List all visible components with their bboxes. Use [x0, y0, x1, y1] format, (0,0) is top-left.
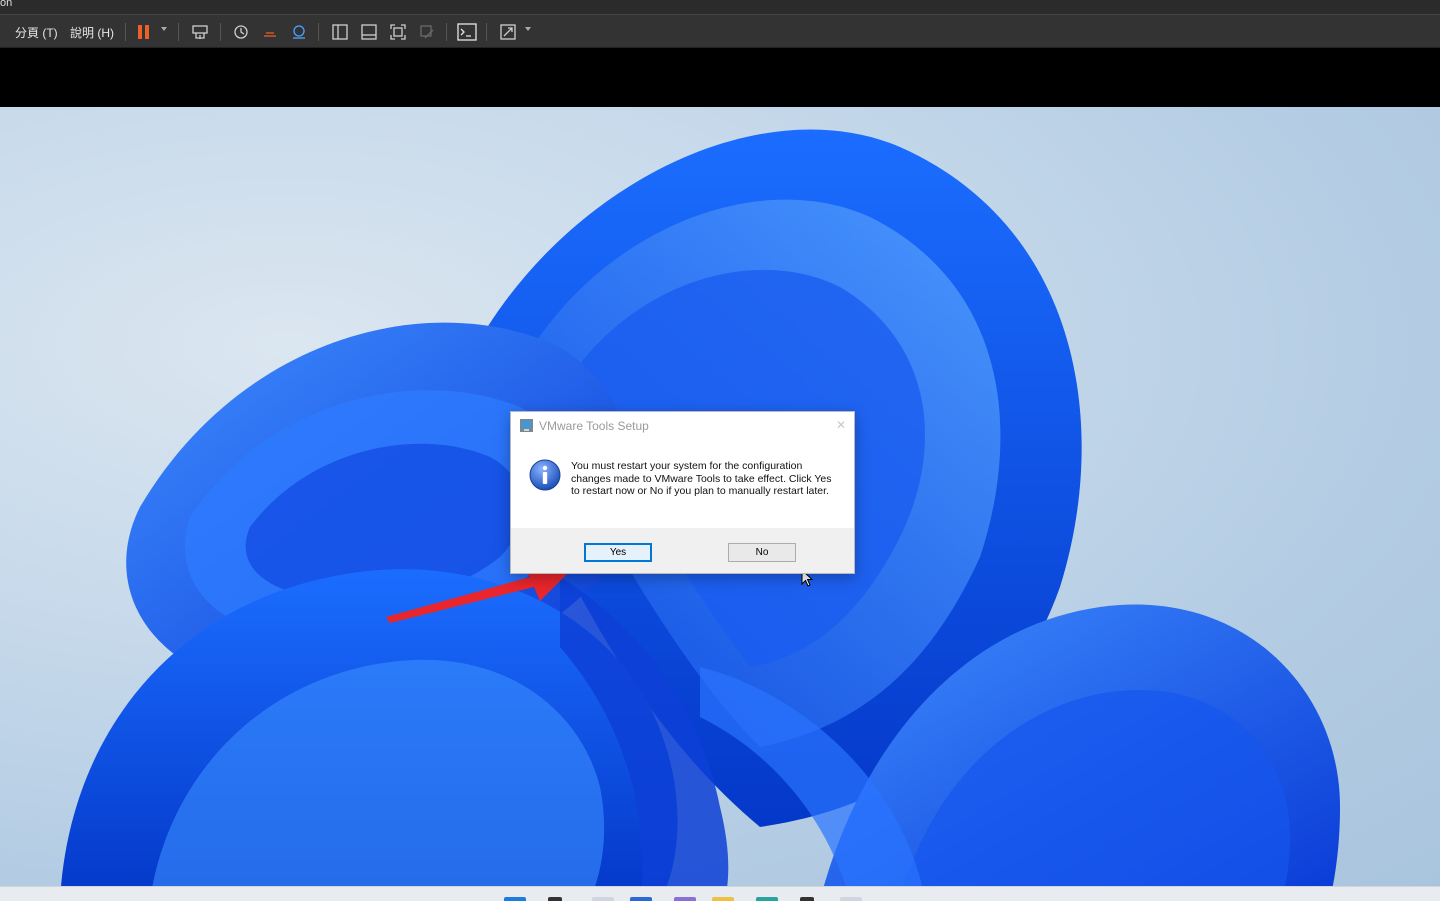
toolbar-separator [125, 23, 126, 41]
widgets-icon[interactable] [630, 897, 652, 901]
vmware-tools-setup-dialog: VMware Tools Setup ✕ You must restart yo… [510, 411, 855, 574]
stretch-dropdown-icon[interactable] [525, 27, 531, 31]
toolbar-separator [318, 23, 319, 41]
dialog-message: You must restart your system for the con… [571, 460, 832, 497]
info-icon [529, 459, 561, 491]
yes-button[interactable]: Yes [584, 543, 652, 562]
snapshot-icon[interactable] [230, 22, 252, 42]
no-button[interactable]: No [728, 543, 796, 562]
vmware-tools-app-icon [520, 419, 533, 432]
windows-taskbar [0, 886, 1440, 901]
show-thumbnail-bar-icon[interactable] [358, 22, 380, 42]
dialog-title: VMware Tools Setup [539, 419, 649, 433]
close-icon[interactable]: ✕ [836, 418, 846, 432]
chat-icon[interactable] [674, 897, 696, 901]
taskbar-app-icon[interactable] [840, 897, 862, 901]
search-icon[interactable] [548, 897, 562, 901]
toolbar-separator [178, 23, 179, 41]
task-view-icon[interactable] [592, 897, 614, 901]
window-title-strip: on [0, 0, 1440, 14]
unity-icon[interactable] [416, 22, 438, 42]
send-ctrl-alt-del-icon[interactable] [189, 22, 211, 42]
toolbar-separator [446, 23, 447, 41]
toolbar-separator [486, 23, 487, 41]
revert-snapshot-icon[interactable] [259, 22, 281, 42]
dialog-titlebar[interactable]: VMware Tools Setup ✕ [511, 412, 854, 440]
toolbar-separator [220, 23, 221, 41]
pause-dropdown-icon[interactable] [161, 27, 167, 31]
show-library-icon[interactable] [329, 22, 351, 42]
menu-help[interactable]: 說明 (H) [70, 24, 114, 41]
store-icon[interactable] [800, 897, 814, 901]
edge-icon[interactable] [756, 897, 778, 901]
stretch-guest-icon[interactable] [497, 22, 519, 42]
window-title-fragment: on [0, 0, 13, 9]
dialog-body: You must restart your system for the con… [511, 440, 854, 528]
vmware-toolbar: 分頁 (T) 說明 (H) [0, 14, 1440, 48]
file-explorer-icon[interactable] [712, 897, 734, 901]
snapshot-manager-icon[interactable] [288, 22, 310, 42]
pause-icon[interactable] [133, 22, 155, 42]
start-icon[interactable] [504, 897, 526, 901]
console-view-icon[interactable] [456, 22, 478, 42]
menu-tabs[interactable]: 分頁 (T) [15, 24, 58, 41]
full-screen-icon[interactable] [387, 22, 409, 42]
